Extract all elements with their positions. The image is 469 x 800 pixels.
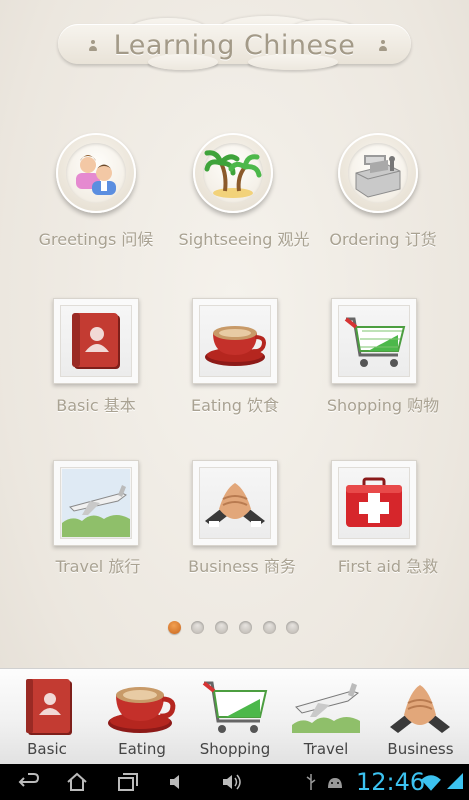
recent-apps-icon[interactable] <box>117 772 139 792</box>
ordering-button[interactable] <box>338 133 418 213</box>
travel-label[interactable]: Travel 旅行 <box>36 553 160 577</box>
dock-basic-label: Basic <box>27 740 67 758</box>
greetings-people-icon <box>76 155 116 195</box>
coffee-cup-icon <box>108 687 176 733</box>
eating-tile[interactable] <box>192 298 278 384</box>
system-nav-bar: 12:46 <box>0 764 469 800</box>
dock-business-label: Business <box>387 740 454 758</box>
first-aid-kit-icon <box>346 477 402 527</box>
first-aid-label[interactable]: First aid 急救 <box>326 553 450 577</box>
cash-register-icon <box>355 155 401 198</box>
app-title: Learning Chinese <box>113 30 356 61</box>
address-book-icon <box>26 679 72 735</box>
coffee-cup-icon <box>205 326 266 366</box>
page-dot-active[interactable] <box>168 621 181 634</box>
greetings-label[interactable]: Greetings 问候 <box>26 226 166 250</box>
dock-travel-label: Travel <box>303 740 349 758</box>
volume-down-icon[interactable] <box>167 772 189 792</box>
palm-trees-icon <box>204 150 262 198</box>
basic-tile[interactable] <box>53 298 139 384</box>
bottom-dock: Basic Eating Shopping Travel Business <box>0 668 469 764</box>
shopping-label[interactable]: Shopping 购物 <box>316 392 450 416</box>
volume-up-icon[interactable] <box>220 772 242 792</box>
sightseeing-button[interactable] <box>193 133 273 213</box>
wifi-icon <box>421 775 441 791</box>
dock-eating[interactable]: Eating <box>94 669 190 765</box>
home-icon[interactable] <box>66 772 88 792</box>
shopping-cart-icon <box>202 681 268 733</box>
page-dot[interactable] <box>215 621 228 634</box>
dock-basic[interactable]: Basic <box>0 669 94 765</box>
business-label[interactable]: Business 商务 <box>180 553 304 577</box>
dock-business[interactable]: Business <box>372 669 469 765</box>
address-book-icon <box>72 313 120 369</box>
handshake-icon <box>390 685 450 733</box>
business-tile[interactable] <box>192 460 278 546</box>
eating-label[interactable]: Eating 饮食 <box>175 392 295 416</box>
back-icon[interactable] <box>18 772 40 792</box>
page-indicator <box>0 621 469 635</box>
page-dot[interactable] <box>239 621 252 634</box>
travel-tile[interactable] <box>53 460 139 546</box>
app-screen: Learning Chinese Greetings 问候 Sightseein… <box>0 0 469 764</box>
android-debug-icon <box>328 778 342 788</box>
airplane-icon <box>292 683 360 733</box>
status-clock: 12:46 <box>356 768 426 796</box>
shopping-cart-icon <box>344 317 406 367</box>
title-banner: Learning Chinese <box>58 16 411 70</box>
battery-icon <box>447 773 463 789</box>
ordering-label[interactable]: Ordering 订货 <box>318 226 448 250</box>
page-dot[interactable] <box>286 621 299 634</box>
handshake-icon <box>205 483 265 527</box>
greetings-button[interactable] <box>56 133 136 213</box>
first-aid-tile[interactable] <box>331 460 417 546</box>
usb-icon <box>306 774 316 790</box>
shopping-tile[interactable] <box>331 298 417 384</box>
dock-shopping-label: Shopping <box>199 740 271 758</box>
dock-travel[interactable]: Travel <box>280 669 372 765</box>
page-dot[interactable] <box>191 621 204 634</box>
airplane-icon <box>62 469 130 537</box>
sightseeing-label[interactable]: Sightseeing 观光 <box>170 226 318 250</box>
page-dot[interactable] <box>263 621 276 634</box>
dock-eating-label: Eating <box>118 740 166 758</box>
dock-shopping[interactable]: Shopping <box>190 669 280 765</box>
basic-label[interactable]: Basic 基本 <box>36 392 156 416</box>
